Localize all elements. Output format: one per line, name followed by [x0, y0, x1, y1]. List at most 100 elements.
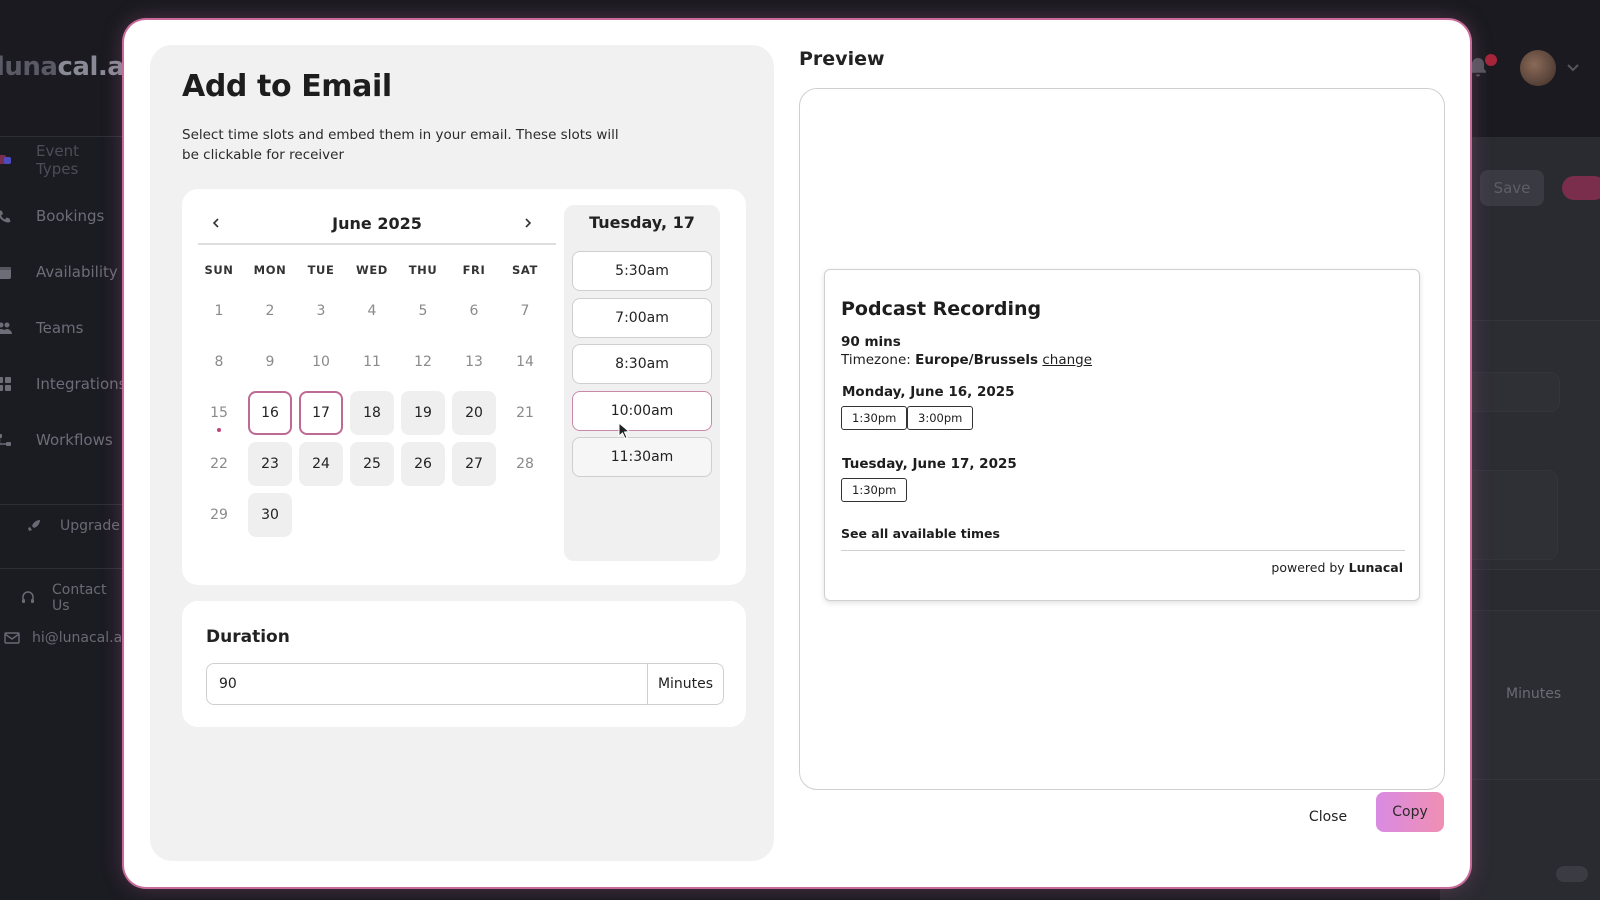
calendar-day[interactable]: 23: [248, 442, 292, 486]
sidebar-item-label: Availability: [36, 263, 118, 281]
calendar-day: 9: [248, 340, 292, 384]
sidebar-item-bookings[interactable]: Bookings: [0, 196, 125, 236]
chevron-down-icon[interactable]: [1566, 60, 1580, 76]
close-button[interactable]: Close: [1302, 802, 1354, 832]
calendar-day-number: 23: [261, 456, 279, 472]
left-panel: Add to Email Select time slots and embed…: [150, 45, 774, 861]
calendar-day-number: 20: [465, 405, 483, 421]
sidebar-item-label: Bookings: [36, 207, 105, 225]
calendar-day-number: 26: [414, 456, 432, 472]
selected-day-title: Tuesday, 17: [589, 213, 695, 232]
preview-slot[interactable]: 1:30pm: [841, 478, 908, 502]
calendar-day[interactable]: 17: [299, 391, 343, 435]
calendar-day[interactable]: 20: [452, 391, 496, 435]
event-duration: 90 mins: [841, 334, 901, 350]
sidebar-item-event-types[interactable]: Event Types: [0, 140, 125, 180]
powered-by: powered by Lunacal: [1271, 560, 1403, 575]
calendar-day-number: 16: [261, 405, 279, 421]
user-avatar[interactable]: [1520, 50, 1556, 86]
calendar-icon: [0, 265, 12, 279]
calendar-day-number: 11: [363, 354, 381, 370]
month-label: June 2025: [332, 213, 422, 233]
calendar-day-number: 7: [520, 303, 530, 319]
today-indicator: [217, 428, 221, 432]
upgrade-button[interactable]: Upgrade: [0, 518, 125, 534]
preview-slot[interactable]: 3:00pm: [907, 406, 974, 430]
save-button[interactable]: Save: [1480, 170, 1544, 206]
calendar-day[interactable]: 30: [248, 493, 292, 537]
calendar-day[interactable]: 24: [299, 442, 343, 486]
duration-label: Duration: [206, 627, 290, 647]
workflow-icon: [0, 433, 12, 447]
time-slots-panel: Tuesday, 17 5:30am 7:00am 8:30am 10:00am 11:…: [564, 205, 720, 561]
prev-month-button[interactable]: [206, 213, 226, 233]
calendar-day-number: 9: [265, 354, 275, 370]
copy-button[interactable]: Copy: [1376, 792, 1444, 832]
weekday-label: FRI: [462, 263, 486, 277]
support-email-link[interactable]: hi@lunacal.ai: [0, 630, 126, 646]
sidebar-divider: [0, 568, 125, 569]
calendar-day-number: 27: [465, 456, 483, 472]
calendar-day-number: 15: [210, 405, 228, 421]
calendar-day: 28: [503, 442, 547, 486]
calendar-day: 12: [401, 340, 445, 384]
duration-card: Duration 90 Minutes: [182, 601, 746, 727]
background-toggle[interactable]: [1556, 866, 1588, 882]
background-input: [1456, 372, 1560, 412]
calendar-day: 3: [299, 289, 343, 333]
weekday-label: SUN: [204, 263, 234, 277]
time-slot-button[interactable]: 10:00am: [572, 390, 712, 431]
see-all-times-link[interactable]: See all available times: [841, 526, 1000, 541]
calendar-day: 21: [503, 391, 547, 435]
duration-value[interactable]: 90: [207, 676, 647, 692]
event-title: Podcast Recording: [841, 298, 1042, 320]
sidebar-item-integrations[interactable]: Integrations: [0, 364, 126, 404]
calendar-day[interactable]: 16: [248, 391, 292, 435]
sidebar-item-availability[interactable]: Availability: [0, 252, 125, 292]
calendar-day[interactable]: 25: [350, 442, 394, 486]
calendar-day-number: 22: [210, 456, 228, 472]
sidebar-item-label: Teams: [36, 319, 84, 337]
calendar-day[interactable]: 19: [401, 391, 445, 435]
calendar-day-number: 17: [312, 405, 330, 421]
contact-us-label: Contact Us: [52, 582, 107, 614]
preview-box: Podcast Recording 90 mins Timezone: Euro…: [799, 88, 1445, 790]
time-slot-button[interactable]: 11:30am: [572, 437, 712, 477]
mail-icon: [4, 631, 20, 645]
sidebar-item-workflows[interactable]: Workflows: [0, 420, 125, 460]
calendar-day: 8: [197, 340, 241, 384]
calendar-day-number: 10: [312, 354, 330, 370]
calendar-day: 11: [350, 340, 394, 384]
calendar-day: 29: [197, 493, 241, 537]
preview-slot[interactable]: 1:30pm: [841, 406, 908, 430]
calendar-day-number: 5: [418, 303, 428, 319]
calendar-day[interactable]: 27: [452, 442, 496, 486]
calendar-day-number: 30: [261, 507, 279, 523]
sidebar-divider: [0, 504, 125, 505]
calendar-day-number: 1: [214, 303, 224, 319]
calendar-day-number: 28: [516, 456, 534, 472]
calendar-day[interactable]: 18: [350, 391, 394, 435]
sidebar-item-teams[interactable]: Teams: [0, 308, 125, 348]
duration-input[interactable]: 90 Minutes: [206, 663, 724, 705]
duration-unit: Minutes: [647, 664, 723, 704]
time-slot-button[interactable]: 5:30am: [572, 251, 712, 291]
phone-icon: [0, 209, 12, 223]
sidebar-item-label: Workflows: [36, 431, 113, 449]
contact-us-link[interactable]: Contact Us: [0, 582, 125, 614]
calendar-day-number: 21: [516, 405, 534, 421]
time-slot-button[interactable]: 8:30am: [572, 344, 712, 384]
change-timezone-link[interactable]: change: [1042, 352, 1092, 368]
bell-icon[interactable]: [1468, 56, 1488, 82]
calendar-day: 10: [299, 340, 343, 384]
email-preview-card: Podcast Recording 90 mins Timezone: Euro…: [824, 269, 1420, 601]
weekday-label: TUE: [307, 263, 335, 277]
preview-date: Tuesday, June 17, 2025: [842, 456, 1017, 472]
weekday-label: THU: [408, 263, 438, 277]
time-slot-button[interactable]: 7:00am: [572, 297, 712, 338]
calendar-day: 5: [401, 289, 445, 333]
next-month-button[interactable]: [518, 213, 538, 233]
calendar-day: 22: [197, 442, 241, 486]
enable-toggle[interactable]: [1562, 176, 1600, 200]
calendar-day[interactable]: 26: [401, 442, 445, 486]
